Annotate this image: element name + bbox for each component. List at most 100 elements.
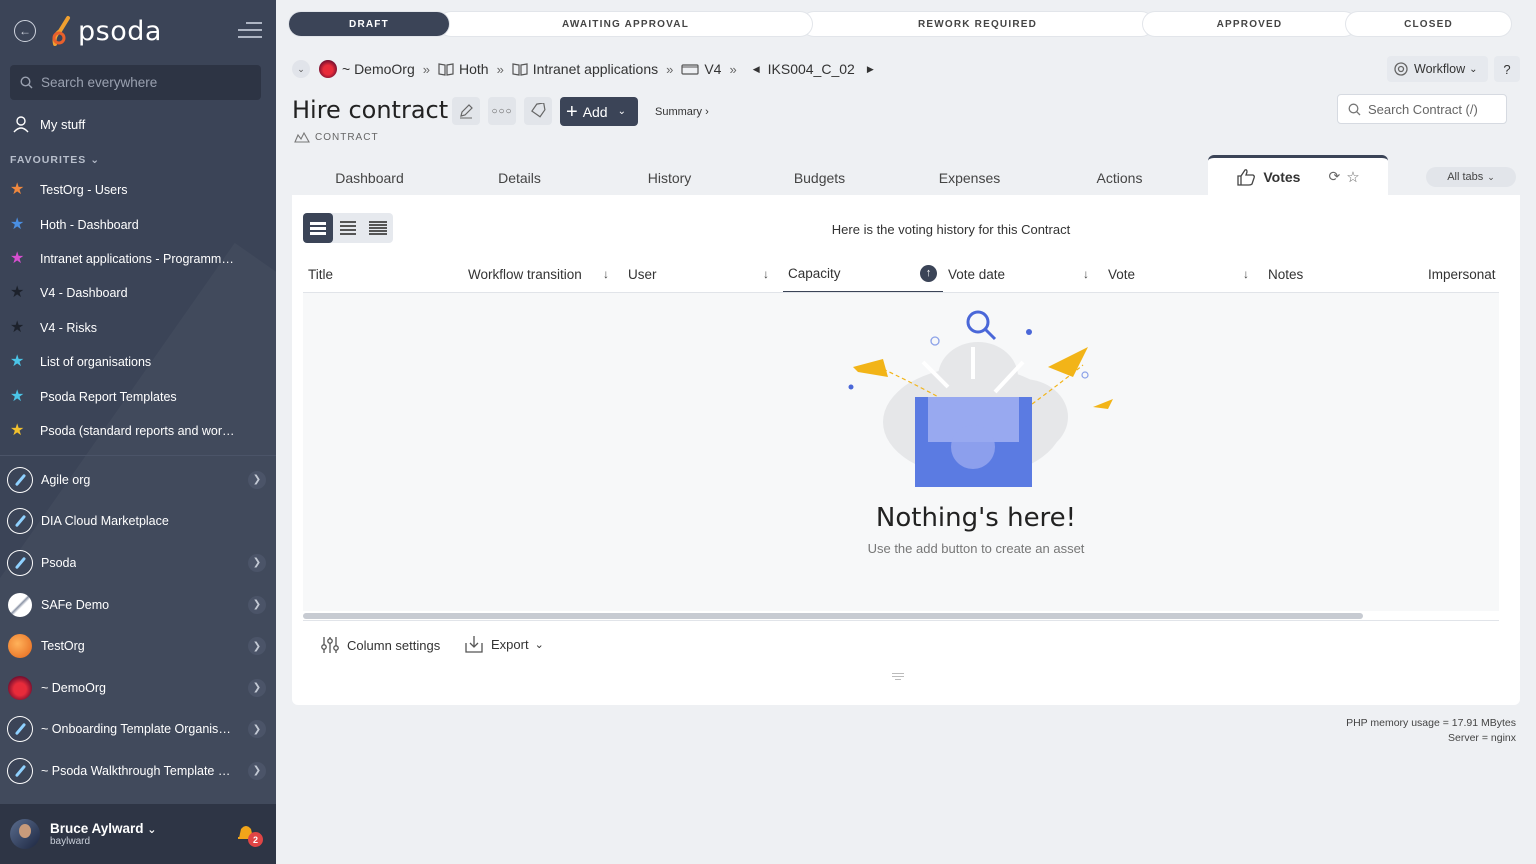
org-label: TestOrg xyxy=(41,639,85,654)
footer: PHP memory usage = 17.91 MBytes Server =… xyxy=(1346,716,1516,746)
breadcrumb-item[interactable]: Hoth xyxy=(438,61,489,77)
breadcrumb-item[interactable]: ~ DemoOrg xyxy=(319,60,415,78)
help-button[interactable]: ? xyxy=(1494,56,1520,82)
column-notes[interactable]: Notes xyxy=(1268,255,1428,292)
chevron-right-icon[interactable]: ❯ xyxy=(248,761,266,780)
resize-handle[interactable] xyxy=(892,673,904,681)
server-info: Server = nginx xyxy=(1448,732,1516,744)
breadcrumb-item[interactable]: V4 xyxy=(681,61,721,77)
column-label: Vote xyxy=(1108,266,1136,282)
all-tabs-dropdown[interactable]: All tabs ⌄ xyxy=(1426,167,1516,187)
tab-actions[interactable]: Actions xyxy=(1047,160,1192,195)
star-icon: ★ xyxy=(10,421,25,439)
breadcrumb-item[interactable]: Intranet applications xyxy=(512,61,658,77)
favourite-item[interactable]: ★ V4 - Dashboard xyxy=(10,276,266,310)
org-item[interactable]: DIA Cloud Marketplace xyxy=(8,501,268,543)
column-workflow-transition[interactable]: Workflow transition ↓ xyxy=(468,255,628,292)
breadcrumb-label: Intranet applications xyxy=(532,61,659,77)
tab-expenses[interactable]: Expenses xyxy=(892,160,1047,195)
demoorg-icon xyxy=(8,675,32,700)
favourite-item[interactable]: ★ Psoda Report Templates xyxy=(10,379,266,413)
chevron-right-icon[interactable]: ❯ xyxy=(248,637,266,656)
chevron-right-icon[interactable]: ❯ xyxy=(248,470,266,489)
favourite-item[interactable]: ★ Hoth - Dashboard xyxy=(10,207,266,241)
favourites-heading[interactable]: FAVOURITES ⌄ xyxy=(10,154,100,166)
tab-dashboard[interactable]: Dashboard xyxy=(292,160,447,195)
logo[interactable]: psoda xyxy=(50,14,162,48)
org-item[interactable]: Psoda ❯ xyxy=(8,542,268,584)
workflow-label: Workflow xyxy=(1414,62,1466,76)
org-item[interactable]: ~ DemoOrg ❯ xyxy=(8,667,268,709)
previous-arrow-icon[interactable]: ◀ xyxy=(753,64,760,75)
export-button[interactable]: Export ⌄ xyxy=(464,635,544,653)
programme-icon xyxy=(512,63,528,76)
favourite-item[interactable]: ★ List of organisations xyxy=(10,345,266,379)
collapse-sidebar-icon[interactable] xyxy=(238,22,262,40)
global-search[interactable] xyxy=(10,65,261,100)
org-item[interactable]: SAFe Demo ❯ xyxy=(8,584,268,626)
tab-details[interactable]: Details xyxy=(447,160,592,195)
contract-search-input[interactable] xyxy=(1368,101,1503,117)
my-stuff-link[interactable]: My stuff xyxy=(12,115,85,133)
add-button[interactable]: + Add ⌄ xyxy=(560,97,638,126)
stage-approved[interactable]: APPROVED xyxy=(1143,12,1356,36)
column-user[interactable]: User ↓ xyxy=(628,255,788,292)
column-vote[interactable]: Vote ↓ xyxy=(1108,255,1268,292)
stage-draft[interactable]: DRAFT xyxy=(289,12,449,36)
breadcrumb: ⌄ ~ DemoOrg » Hoth » Intranet applicatio… xyxy=(292,59,882,79)
tab-votes[interactable]: Votes ⟳ ☆ xyxy=(1208,155,1388,195)
breadcrumb-separator: » xyxy=(666,61,674,77)
search-input[interactable] xyxy=(41,75,241,90)
chevron-right-icon[interactable]: ❯ xyxy=(248,678,266,697)
more-options-button[interactable]: ○○○ xyxy=(488,97,516,125)
scrollbar-thumb[interactable] xyxy=(303,613,1363,619)
org-item[interactable]: TestOrg ❯ xyxy=(8,625,268,667)
summary-link[interactable]: Summary › xyxy=(655,106,709,118)
notification-count-badge: 2 xyxy=(248,832,263,847)
star-icon: ★ xyxy=(10,284,25,302)
favourites-heading-label: FAVOURITES xyxy=(10,154,87,166)
tag-icon xyxy=(531,103,546,118)
stage-closed[interactable]: CLOSED xyxy=(1346,12,1511,36)
chevron-right-icon[interactable]: ❯ xyxy=(248,595,266,614)
column-settings-button[interactable]: Column settings xyxy=(320,635,440,655)
org-item[interactable]: ~ Psoda Walkthrough Template P… ❯ xyxy=(8,750,268,792)
favourite-item[interactable]: ★ TestOrg - Users xyxy=(10,173,266,207)
tab-history[interactable]: History xyxy=(592,160,747,195)
org-label: ~ Psoda Walkthrough Template P… xyxy=(41,763,236,778)
back-icon[interactable]: ← xyxy=(14,20,36,42)
tab-budgets[interactable]: Budgets xyxy=(747,160,892,195)
chevron-down-icon[interactable]: ⌄ xyxy=(292,60,310,78)
thumbs-up-icon xyxy=(1237,168,1256,186)
favourite-label: V4 - Risks xyxy=(40,320,97,335)
favourite-item[interactable]: ★ V4 - Risks xyxy=(10,311,266,345)
favourite-item[interactable]: ★ Psoda (standard reports and work… xyxy=(10,414,266,448)
stage-rework-required[interactable]: REWORK REQUIRED xyxy=(802,12,1153,36)
empty-state-illustration xyxy=(848,310,1113,487)
workflow-status-bar: DRAFT AWAITING APPROVAL REWORK REQUIRED … xyxy=(289,12,1521,36)
column-vote-date[interactable]: Vote date ↓ xyxy=(948,255,1108,292)
contract-search[interactable] xyxy=(1337,94,1507,124)
pencil-icon xyxy=(460,104,473,119)
tag-button[interactable] xyxy=(524,97,552,125)
column-impersonator[interactable]: Impersonat xyxy=(1428,255,1499,292)
edit-button[interactable] xyxy=(452,97,480,125)
refresh-icon[interactable]: ⟳ xyxy=(1328,168,1340,185)
favourite-item[interactable]: ★ Intranet applications - Programme… xyxy=(10,242,266,276)
column-settings-label: Column settings xyxy=(347,637,441,653)
chevron-right-icon[interactable]: ❯ xyxy=(248,720,266,739)
horizontal-scrollbar[interactable] xyxy=(303,612,1499,621)
chevron-right-icon[interactable]: ❯ xyxy=(248,553,266,572)
column-capacity[interactable]: Capacity ↑ xyxy=(783,255,943,292)
avatar[interactable] xyxy=(10,819,40,849)
org-item[interactable]: ~ Onboarding Template Organisa… ❯ xyxy=(8,709,268,751)
next-arrow-icon[interactable]: ▶ xyxy=(867,64,874,75)
column-title[interactable]: Title xyxy=(308,255,468,292)
sort-up-icon: ↑ xyxy=(920,264,937,282)
org-item[interactable]: Agile org ❯ xyxy=(8,459,268,501)
sort-down-icon: ↓ xyxy=(603,267,609,281)
star-outline-icon[interactable]: ☆ xyxy=(1346,168,1359,186)
user-panel[interactable]: Bruce Aylward ⌄ baylward xyxy=(0,804,276,864)
stage-awaiting-approval[interactable]: AWAITING APPROVAL xyxy=(439,12,812,36)
workflow-button[interactable]: Workflow ⌄ xyxy=(1387,56,1488,82)
